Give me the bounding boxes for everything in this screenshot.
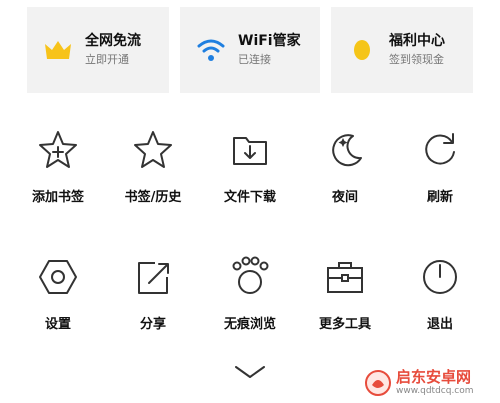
menu-label: 刷新 (426, 190, 453, 205)
share-icon (131, 255, 175, 299)
menu-label: 书签/历史 (124, 190, 182, 205)
menu-label: 设置 (44, 317, 71, 332)
star-icon (131, 128, 175, 172)
quick-actions-row: 全网免流 立即开通 WiFi管家 已连接 福利中心 签到领现金 (0, 0, 500, 100)
card-subtitle: 立即开通 (85, 53, 129, 66)
card-title: WiFi管家 (238, 33, 301, 49)
power-icon (418, 255, 462, 299)
coin-icon (345, 33, 379, 67)
card-subtitle: 已连接 (238, 53, 271, 66)
menu-label: 添加书签 (31, 190, 84, 205)
paw-icon (228, 255, 272, 299)
exit-button[interactable]: 退出 (390, 245, 490, 355)
collapse-menu-button[interactable] (228, 362, 272, 386)
toolbox-icon (323, 255, 367, 299)
refresh-icon (418, 128, 462, 172)
menu-label: 分享 (139, 317, 166, 332)
night-mode-button[interactable]: 夜间 (295, 118, 395, 228)
crown-icon (41, 33, 75, 67)
welfare-center-card[interactable]: 福利中心 签到领现金 (331, 7, 473, 93)
folder-download-icon (228, 128, 272, 172)
watermark: 启东安卓网 www.qdtdcq.com (364, 367, 494, 399)
hexagon-settings-icon (36, 255, 80, 299)
settings-button[interactable]: 设置 (8, 245, 108, 355)
moon-icon (323, 128, 367, 172)
add-bookmark-button[interactable]: 添加书签 (8, 118, 108, 228)
menu-label: 无痕浏览 (223, 317, 276, 332)
more-tools-button[interactable]: 更多工具 (295, 245, 395, 355)
free-data-card[interactable]: 全网免流 立即开通 (27, 7, 169, 93)
share-button[interactable]: 分享 (103, 245, 203, 355)
watermark-logo-icon (364, 369, 392, 397)
incognito-browsing-button[interactable]: 无痕浏览 (200, 245, 300, 355)
watermark-url: www.qdtdcq.com (396, 386, 474, 396)
menu-label: 文件下载 (223, 190, 276, 205)
card-title: 福利中心 (389, 33, 445, 49)
menu-label: 夜间 (331, 190, 358, 205)
refresh-button[interactable]: 刷新 (390, 118, 490, 228)
bookmarks-history-button[interactable]: 书签/历史 (103, 118, 203, 228)
star-plus-icon (36, 128, 80, 172)
watermark-title: 启东安卓网 (396, 368, 472, 386)
wifi-manager-card[interactable]: WiFi管家 已连接 (180, 7, 320, 93)
menu-label: 退出 (426, 317, 453, 332)
chevron-down-icon (233, 364, 267, 384)
card-title: 全网免流 (85, 33, 141, 49)
file-download-button[interactable]: 文件下载 (200, 118, 300, 228)
wifi-icon (194, 33, 228, 67)
menu-label: 更多工具 (318, 317, 371, 332)
card-subtitle: 签到领现金 (389, 53, 444, 66)
